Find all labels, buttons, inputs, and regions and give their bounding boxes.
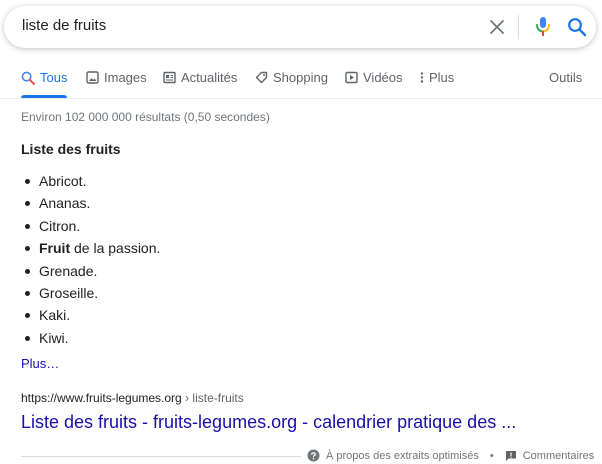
list-item: Groseille.: [21, 282, 160, 304]
search-icon: [568, 18, 587, 37]
newspaper-icon: [163, 71, 176, 84]
close-icon: [490, 20, 504, 34]
video-icon: [345, 71, 358, 84]
tab-tools[interactable]: Outils: [549, 70, 582, 85]
feedback-icon: [505, 450, 516, 461]
about-snippets-link[interactable]: À propos des extraits optimisés: [307, 449, 479, 462]
tab-label: Tous: [40, 70, 68, 85]
about-snippets-label: À propos des extraits optimisés: [326, 449, 479, 462]
list-item: Ananas.: [21, 192, 160, 214]
list-item: Kiwi.: [21, 327, 160, 349]
search-divider: [518, 15, 519, 39]
microphone-icon: [536, 17, 550, 36]
snippet-title: Liste des fruits: [21, 141, 121, 157]
tab-label: Actualités: [181, 70, 238, 85]
help-icon: [307, 449, 320, 462]
search-tabs: Tous Images Actualités Shopping Vidéos P…: [0, 62, 602, 98]
snippet-list: Abricot. Ananas. Citron. Fruit de la pas…: [21, 170, 160, 349]
more-vert-icon: [420, 72, 424, 83]
snippet-footer: À propos des extraits optimisés • Commen…: [307, 449, 594, 462]
image-icon: [86, 71, 99, 84]
tab-label: Images: [104, 70, 147, 85]
result-url[interactable]: https://www.fruits-legumes.org › liste-f…: [21, 391, 244, 405]
search-bar: liste de fruits: [4, 6, 596, 48]
footer-divider: [21, 456, 301, 457]
tab-videos[interactable]: Vidéos: [345, 70, 403, 85]
tab-label: Shopping: [273, 70, 328, 85]
search-icon: [21, 71, 35, 85]
tab-label: Vidéos: [363, 70, 403, 85]
more-link[interactable]: Plus…: [21, 356, 59, 371]
results-stats: Environ 102 000 000 résultats (0,50 seco…: [21, 110, 270, 124]
tabs-divider: [0, 98, 602, 99]
list-item: Fruit de la passion.: [21, 237, 160, 259]
list-item: Citron.: [21, 215, 160, 237]
clear-search-button[interactable]: [486, 16, 508, 38]
list-item: Kaki.: [21, 304, 160, 326]
tab-all[interactable]: Tous: [21, 70, 67, 85]
feedback-label: Commentaires: [522, 449, 595, 462]
tab-news[interactable]: Actualités: [163, 70, 237, 85]
tag-icon: [255, 71, 268, 84]
tab-label: Outils: [549, 70, 583, 85]
tab-label: Plus: [429, 70, 455, 85]
tab-more[interactable]: Plus: [420, 70, 454, 85]
search-button[interactable]: [565, 15, 589, 39]
result-domain: https://www.fruits-legumes.org: [21, 391, 182, 405]
search-input[interactable]: liste de fruits: [22, 17, 106, 34]
footer-separator: •: [489, 449, 494, 462]
list-item: Grenade.: [21, 260, 160, 282]
result-breadcrumb: › liste-fruits: [181, 391, 244, 405]
tab-shopping[interactable]: Shopping: [255, 70, 328, 85]
tab-images[interactable]: Images: [86, 70, 147, 85]
feedback-link[interactable]: Commentaires: [505, 449, 595, 462]
list-item: Abricot.: [21, 170, 160, 192]
voice-search-button[interactable]: [531, 15, 555, 39]
result-title-link[interactable]: Liste des fruits - fruits-legumes.org - …: [21, 412, 516, 433]
